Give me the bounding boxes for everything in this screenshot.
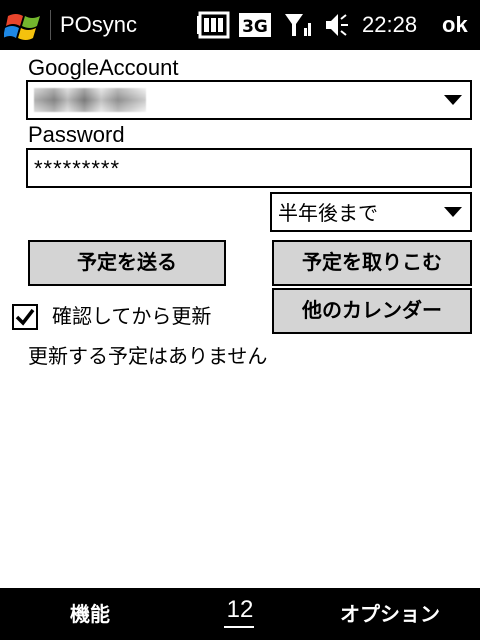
account-value-redacted (34, 88, 146, 112)
password-field[interactable]: ********* (26, 148, 472, 188)
google-account-select[interactable] (26, 80, 472, 120)
3g-icon[interactable]: 3G (238, 10, 272, 40)
menu-bar: 機能 12 オプション (0, 588, 480, 640)
input-panel-button[interactable]: 12 (222, 596, 258, 624)
period-select[interactable]: 半年後まで (270, 192, 472, 232)
confirm-checkbox-label[interactable]: 確認してから更新 (52, 302, 211, 330)
signal-icon[interactable] (282, 10, 312, 40)
other-calendar-button[interactable]: 他のカレンダー (272, 288, 472, 334)
menu-softkey-right[interactable]: オプション (330, 600, 450, 628)
menu-softkey-left[interactable]: 機能 (50, 600, 130, 628)
input-panel-underline (224, 626, 254, 628)
clock[interactable]: 22:28 (362, 12, 417, 38)
password-label: Password (28, 122, 125, 147)
dropdown-arrow-icon[interactable] (444, 95, 462, 105)
app-title: POsync (60, 12, 138, 37)
google-account-label: GoogleAccount (28, 55, 179, 80)
ok-button[interactable]: ok (442, 12, 468, 38)
windows-start-icon[interactable] (4, 8, 44, 44)
3g-label: 3G (242, 17, 268, 37)
period-value: 半年後まで (278, 201, 378, 225)
password-value: ********* (34, 156, 121, 181)
confirm-checkbox[interactable] (12, 304, 38, 330)
import-events-button[interactable]: 予定を取りこむ (272, 240, 472, 286)
title-bar: POsync 3G 22:28 ok (0, 0, 480, 50)
volume-icon[interactable] (324, 10, 352, 40)
title-separator (50, 10, 51, 40)
send-events-button[interactable]: 予定を送る (28, 240, 226, 286)
dropdown-arrow-icon[interactable] (444, 207, 462, 217)
battery-icon[interactable] (196, 10, 230, 40)
checkmark-icon (15, 308, 35, 326)
status-message: 更新する予定はありません (28, 344, 268, 368)
